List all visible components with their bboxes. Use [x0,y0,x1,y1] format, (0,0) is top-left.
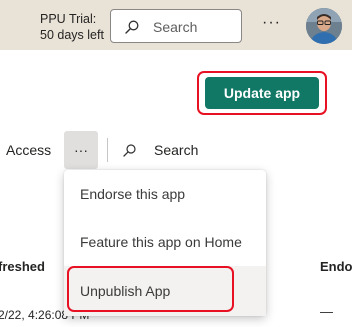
command-divider [107,138,108,162]
more-options-icon[interactable]: ··· [262,14,281,32]
top-header-bar: PPU Trial: 50 days left Search ··· [0,0,352,50]
column-header-refreshed[interactable]: freshed [0,259,45,274]
access-button[interactable]: Access [6,142,51,158]
row-endorsement-value: — [320,304,333,319]
search-icon[interactable] [123,144,136,157]
avatar[interactable] [306,8,342,44]
ppu-trial-status[interactable]: PPU Trial: 50 days left [40,11,104,43]
content-search-input[interactable]: Search [154,142,198,158]
search-placeholder: Search [153,19,198,35]
user-photo-icon [306,8,342,44]
trial-days-left: 50 days left [40,28,104,42]
more-dots-icon: ··· [74,142,88,158]
more-options-button[interactable]: ··· [64,131,98,169]
menu-item-feature-on-home[interactable]: Feature this app on Home [64,218,266,266]
search-icon [125,20,139,34]
menu-item-endorse-app[interactable]: Endorse this app [64,170,266,218]
global-search-box[interactable]: Search [110,9,242,43]
update-app-button[interactable]: Update app [205,77,319,109]
unpublish-app-highlight [67,266,234,312]
trial-label: PPU Trial: [40,12,97,26]
column-header-endorsement[interactable]: Endo [320,259,352,274]
